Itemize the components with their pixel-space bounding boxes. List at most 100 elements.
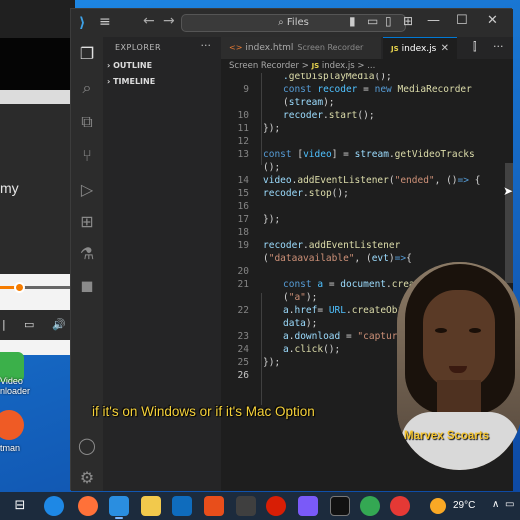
line-number: 13 <box>237 149 249 160</box>
breadcrumb-separator: > <box>301 61 309 71</box>
layout-sidebar-icon[interactable]: ▮ <box>349 14 356 28</box>
close-tab-icon[interactable]: ✕ <box>441 38 449 60</box>
code-line: (); <box>263 162 281 173</box>
search-label: Files <box>286 17 309 28</box>
firefox-icon[interactable] <box>78 496 98 516</box>
background-window-toolbar <box>0 90 75 104</box>
line-number: 22 <box>237 305 249 316</box>
menu-icon[interactable]: ≡ <box>99 14 111 30</box>
settings-gear-icon[interactable]: ⚙ <box>76 467 98 489</box>
code-line: recoder.addEventListener <box>263 240 401 251</box>
media-player-icon[interactable] <box>390 496 410 516</box>
app-icon-dark[interactable] <box>236 496 256 516</box>
breadcrumb: Screen Recorder > JS index.js > ... <box>229 61 375 71</box>
close-icon[interactable]: ✕ <box>487 13 498 28</box>
code-line: const recoder = new MediaRecorder <box>283 84 472 95</box>
breadcrumb-folder[interactable]: Screen Recorder <box>229 61 299 71</box>
vscode-logo-icon: ⟩ <box>79 15 86 31</box>
explorer-icon[interactable]: ❐ <box>76 43 98 65</box>
account-icon[interactable]: ◯ <box>76 435 98 457</box>
line-number: 20 <box>237 266 249 277</box>
layout-panel-icon[interactable]: ▭ <box>367 14 378 28</box>
breadcrumb-tail: > ... <box>357 61 376 71</box>
indent-guide <box>261 73 262 165</box>
line-number: 9 <box>243 84 249 95</box>
code-line: }); <box>263 214 281 225</box>
temperature[interactable]: 29°C <box>453 500 475 511</box>
chrome-icon[interactable] <box>360 496 380 516</box>
split-editor-icon[interactable]: ⫿ <box>473 40 477 54</box>
search-icon: ⌕ <box>278 17 287 28</box>
video-downloader-label-2: nloader <box>0 386 31 396</box>
line-number: 25 <box>237 357 249 368</box>
line-number: 17 <box>237 214 249 225</box>
screen-icon[interactable]: ▭ <box>24 318 34 331</box>
volume-icon[interactable]: 🔊 <box>52 318 66 331</box>
breadcrumb-file[interactable]: index.js <box>322 61 355 71</box>
background-window-titlebar <box>0 0 75 38</box>
system-tray-icon[interactable]: ▭ <box>505 499 514 510</box>
timeline-section[interactable]: › TIMELINE <box>107 77 155 86</box>
back-arrow-icon[interactable]: ← <box>143 13 155 29</box>
copy-icon[interactable]: ⧉ <box>76 111 98 133</box>
terminal-icon[interactable] <box>330 496 350 516</box>
task-view-icon[interactable]: ⊟ <box>10 496 30 516</box>
explorer-title: EXPLORER <box>115 43 161 52</box>
line-number: 11 <box>237 123 249 134</box>
tab-label: index.js <box>401 44 437 54</box>
customize-layout-icon[interactable]: ⊞ <box>403 14 413 28</box>
line-number: 19 <box>237 240 249 251</box>
outline-label: OUTLINE <box>113 61 153 70</box>
code-line: video.addEventListener("ended", ()=> { <box>263 175 481 186</box>
search-icon[interactable]: ⌕ <box>76 77 98 99</box>
activity-bar: ❐ ⌕ ⧉ ⑂ ▷ ⊞ ⚗ ◼ ◯ ⚙ <box>71 37 103 491</box>
testing-flask-icon[interactable]: ⚗ <box>76 243 98 265</box>
forward-arrow-icon[interactable]: → <box>163 13 175 29</box>
vscode-taskbar-icon[interactable] <box>109 496 129 519</box>
edge-icon[interactable] <box>44 496 64 516</box>
maximize-icon[interactable]: ☐ <box>456 13 468 28</box>
tab-index-html[interactable]: <> index.html Screen Recorder <box>221 37 381 59</box>
minimize-icon[interactable]: — <box>427 13 440 28</box>
video-caption: if it's on Windows or if it's Mac Option <box>92 404 315 419</box>
js-icon: JS <box>391 45 399 53</box>
title-bar: ⟩ ≡ ← → ⌕ Files ▮ ▭ ▯ ⊞ — ☐ ✕ <box>71 9 513 37</box>
tab-index-js[interactable]: JS index.js ✕ <box>383 37 457 59</box>
sublime-icon[interactable] <box>204 496 224 516</box>
webcam-eye <box>469 328 481 333</box>
line-number: 26 <box>237 370 249 381</box>
code-line: data); <box>283 318 318 329</box>
indent-guide <box>261 293 262 405</box>
layout-secondary-icon[interactable]: ▯ <box>385 14 392 28</box>
outline-section[interactable]: › OUTLINE <box>107 61 152 70</box>
js-icon: JS <box>311 62 320 70</box>
progress-knob[interactable] <box>13 282 25 293</box>
extensions-icon[interactable]: ⊞ <box>76 211 98 233</box>
timeline-label: TIMELINE <box>113 77 156 86</box>
video-progress-bar[interactable] <box>0 282 75 293</box>
opera-icon[interactable] <box>266 496 286 516</box>
store-icon[interactable] <box>172 496 192 516</box>
chevron-up-icon[interactable]: ∧ <box>492 499 499 510</box>
code-line: recoder.start(); <box>283 110 375 121</box>
background-window[interactable]: my | ▭ 🔊 <box>0 0 75 355</box>
code-line: ("dataavailable", (evt)=>{ <box>263 253 412 264</box>
code-line: recoder.stop(); <box>263 188 349 199</box>
file-explorer-icon[interactable] <box>141 496 161 516</box>
remote-icon[interactable]: ◼ <box>76 275 98 297</box>
webcam-eye <box>435 328 447 333</box>
tab-bar: <> index.html Screen Recorder JS index.js ✕… <box>221 37 513 59</box>
more-actions-icon[interactable]: ··· <box>201 39 212 52</box>
volume-bar-icon[interactable]: | <box>2 318 6 331</box>
line-number: 15 <box>237 188 249 199</box>
run-debug-icon[interactable]: ▷ <box>76 179 98 201</box>
weather-icon[interactable] <box>430 498 446 514</box>
html-icon: <> <box>229 43 243 52</box>
line-number: 21 <box>237 279 249 290</box>
presenter-name: Marvex Scoarts <box>404 430 490 442</box>
app-icon-purple[interactable] <box>298 496 318 516</box>
code-line: a.click(); <box>283 344 341 355</box>
line-number: 10 <box>237 110 249 121</box>
more-actions-icon[interactable]: ··· <box>493 40 504 53</box>
source-control-icon[interactable]: ⑂ <box>76 145 98 167</box>
